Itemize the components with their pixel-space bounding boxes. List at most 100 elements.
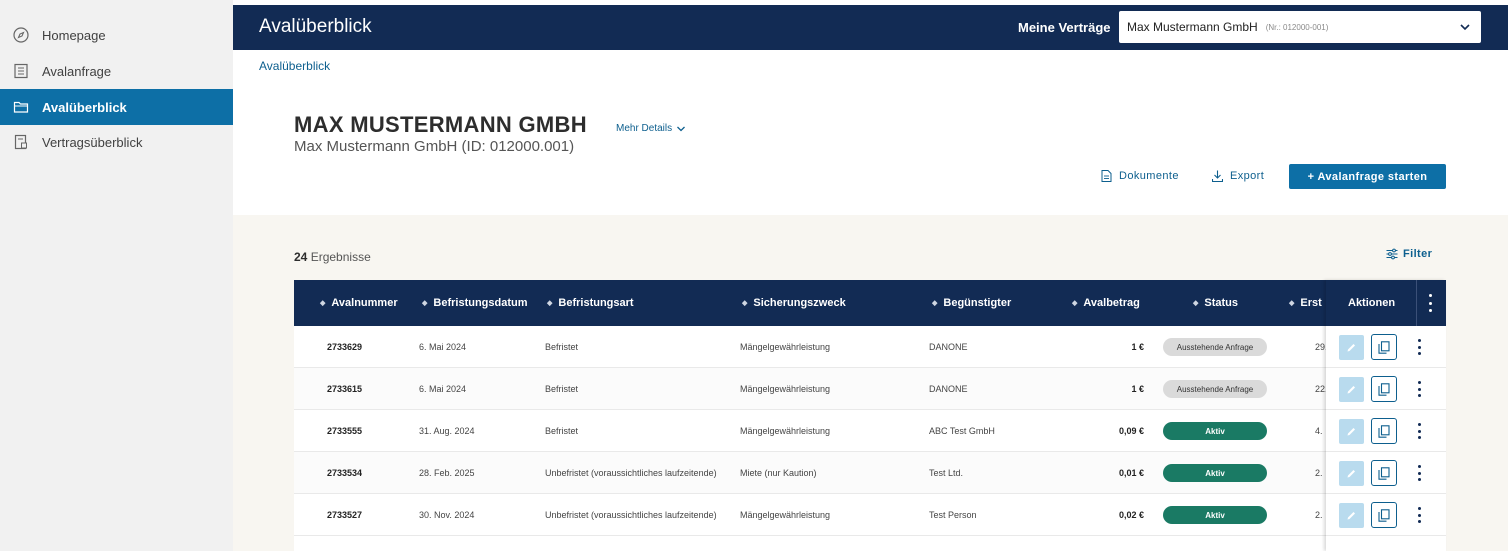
copy-button[interactable] (1371, 418, 1397, 444)
sort-icon: ◆ (932, 300, 938, 307)
list-icon (12, 62, 30, 80)
cell-avalbetrag: 0,02 € (1118, 510, 1144, 520)
sidebar-item-label: Vertragsüberblick (42, 134, 143, 150)
actions-row (1326, 326, 1446, 368)
cell-erstellt: 2. (1315, 510, 1323, 520)
actions-column: Aktionen (1326, 280, 1446, 551)
cell-avalbetrag: 1 € (1131, 384, 1144, 394)
cell-sicherungszweck: Mängelgewährleistung (740, 384, 831, 394)
sort-icon: ◆ (547, 300, 553, 307)
actions-row (1326, 410, 1446, 452)
pencil-icon (1347, 470, 1355, 478)
cell-erstellt: 2. (1315, 468, 1323, 478)
pencil-icon (1347, 344, 1355, 352)
copy-button[interactable] (1371, 502, 1397, 528)
edit-button[interactable] (1339, 461, 1364, 486)
cell-befristungsart: Befristet (545, 384, 579, 394)
export-button[interactable]: Export (1212, 170, 1264, 182)
row-menu-kebab-icon[interactable] (1416, 507, 1422, 523)
cell-befristungsdatum: 30. Nov. 2024 (419, 510, 475, 520)
sidebar-item-avalueberblick[interactable]: Avalüberblick (0, 89, 233, 125)
sidebar-item-label: Avalüberblick (42, 99, 127, 115)
table-row[interactable]: 2733629 6. Mai 2024 Befristet Mängelgewährl… (294, 326, 1446, 368)
table-row[interactable]: 2733555 31. Aug. 2024 Befristet Mängelgewäh… (294, 410, 1446, 452)
page-title: Avalüberblick (259, 16, 372, 37)
edit-button[interactable] (1339, 419, 1364, 444)
filter-sliders-icon (1386, 248, 1398, 260)
cell-avalbetrag: 0,01 € (1118, 468, 1144, 478)
cell-avalnummer: 2733527 (327, 510, 363, 520)
contract-number: (Nr.: 012000-001) (1265, 22, 1329, 32)
pencil-icon (1347, 386, 1355, 394)
header-bar: Avalüberblick Meine Verträge Max Musterm… (233, 5, 1508, 50)
sidebar-item-avalanfrage[interactable]: Avalanfrage (0, 53, 233, 89)
cell-beguenstigter: ABC Test GmbH (929, 426, 995, 436)
sort-icon: ◆ (1193, 300, 1199, 307)
column-header-avalbetrag[interactable]: ◆ Avalbetrag (1072, 297, 1140, 309)
status-badge: Ausstehende Anfrage (1163, 380, 1267, 398)
column-header-beguenstigter[interactable]: ◆ Begünstigter (932, 297, 1011, 309)
cell-avalnummer: 2733615 (327, 384, 363, 394)
sidebar-item-homepage[interactable]: Homepage (0, 17, 233, 53)
cell-avalnummer: 2733555 (327, 426, 363, 436)
sort-icon: ◆ (422, 300, 428, 307)
copy-button[interactable] (1371, 376, 1397, 402)
results-table: ◆ Avalnummer ◆ Befristungsdatum ◆ Befristun… (294, 280, 1446, 551)
cell-befristungsart: Befristet (545, 342, 579, 352)
edit-button[interactable] (1339, 503, 1364, 528)
contract-name: Max Mustermann GmbH (1127, 20, 1258, 34)
table-row[interactable]: 2733534 28. Feb. 2025 Unbefristet (vorauss… (294, 452, 1446, 494)
table-row[interactable]: 2733527 30. Nov. 2024 Unbefristet (vorauss… (294, 494, 1446, 536)
cell-beguenstigter: DANONE (929, 384, 968, 394)
contract-select[interactable]: Max Mustermann GmbH (Nr.: 012000-001) (1119, 11, 1481, 43)
start-request-button[interactable]: + Avalanfrage starten (1289, 164, 1446, 189)
column-header-sicherungszweck[interactable]: ◆ Sicherungszweck (742, 297, 846, 309)
copy-icon (1378, 508, 1390, 522)
sort-icon: ◆ (1072, 300, 1078, 307)
edit-button[interactable] (1339, 377, 1364, 402)
documents-button[interactable]: Dokumente (1101, 170, 1179, 182)
more-details-toggle[interactable]: Mehr Details (616, 123, 686, 134)
column-header-avalnummer[interactable]: ◆ Avalnummer (320, 297, 398, 309)
row-menu-kebab-icon[interactable] (1416, 423, 1422, 439)
copy-icon (1378, 466, 1390, 480)
sort-icon: ◆ (742, 300, 748, 307)
actions-header: Aktionen (1326, 280, 1446, 326)
column-header-befristungsdatum[interactable]: ◆ Befristungsdatum (422, 297, 528, 309)
cell-sicherungszweck: Mängelgewährleistung (740, 510, 831, 520)
column-header-status[interactable]: ◆ Status (1193, 297, 1238, 309)
column-header-erstellt[interactable]: ◆ Erst (1289, 297, 1322, 309)
table-row[interactable]: 2733615 6. Mai 2024 Befristet Mängelgewährl… (294, 368, 1446, 410)
sidebar-item-label: Avalanfrage (42, 63, 112, 79)
header-divider (1416, 280, 1417, 326)
sidebar: Homepage Avalanfrage Avalüberblick Vertr… (0, 0, 233, 551)
cell-befristungsart: Unbefristet (voraussichtliches laufzeite… (545, 468, 717, 478)
company-subtitle: Max Mustermann GmbH (ID: 012000.001) (294, 138, 575, 155)
row-menu-kebab-icon[interactable] (1416, 339, 1422, 355)
copy-icon (1378, 340, 1390, 354)
export-label: Export (1230, 170, 1265, 182)
copy-button[interactable] (1371, 460, 1397, 486)
document-icon (1101, 170, 1112, 182)
edit-button[interactable] (1339, 335, 1364, 360)
sidebar-item-vertragsueberblick[interactable]: Vertragsüberblick (0, 124, 233, 160)
chevron-down-icon (677, 126, 686, 131)
cell-befristungsdatum: 31. Aug. 2024 (419, 426, 475, 436)
row-menu-kebab-icon[interactable] (1416, 465, 1422, 481)
cell-befristungsdatum: 28. Feb. 2025 (419, 468, 475, 478)
row-menu-kebab-icon[interactable] (1416, 381, 1422, 397)
actions-row (1326, 368, 1446, 410)
status-badge: Aktiv (1163, 422, 1267, 440)
chevron-down-icon (1460, 24, 1470, 31)
cell-sicherungszweck: Miete (nur Kaution) (740, 468, 817, 478)
column-header-befristungsart[interactable]: ◆ Befristungsart (547, 297, 634, 309)
sidebar-item-label: Homepage (42, 27, 106, 43)
table-header: ◆ Avalnummer ◆ Befristungsdatum ◆ Befristun… (294, 280, 1446, 326)
breadcrumb[interactable]: Avalüberblick (259, 59, 330, 73)
actions-header-label: Aktionen (1348, 297, 1396, 309)
status-badge: Aktiv (1163, 464, 1267, 482)
filter-button[interactable]: Filter (1386, 248, 1432, 260)
column-settings-kebab-icon[interactable] (1426, 294, 1434, 312)
copy-button[interactable] (1371, 334, 1397, 360)
results-label: Ergebnisse (310, 250, 371, 264)
